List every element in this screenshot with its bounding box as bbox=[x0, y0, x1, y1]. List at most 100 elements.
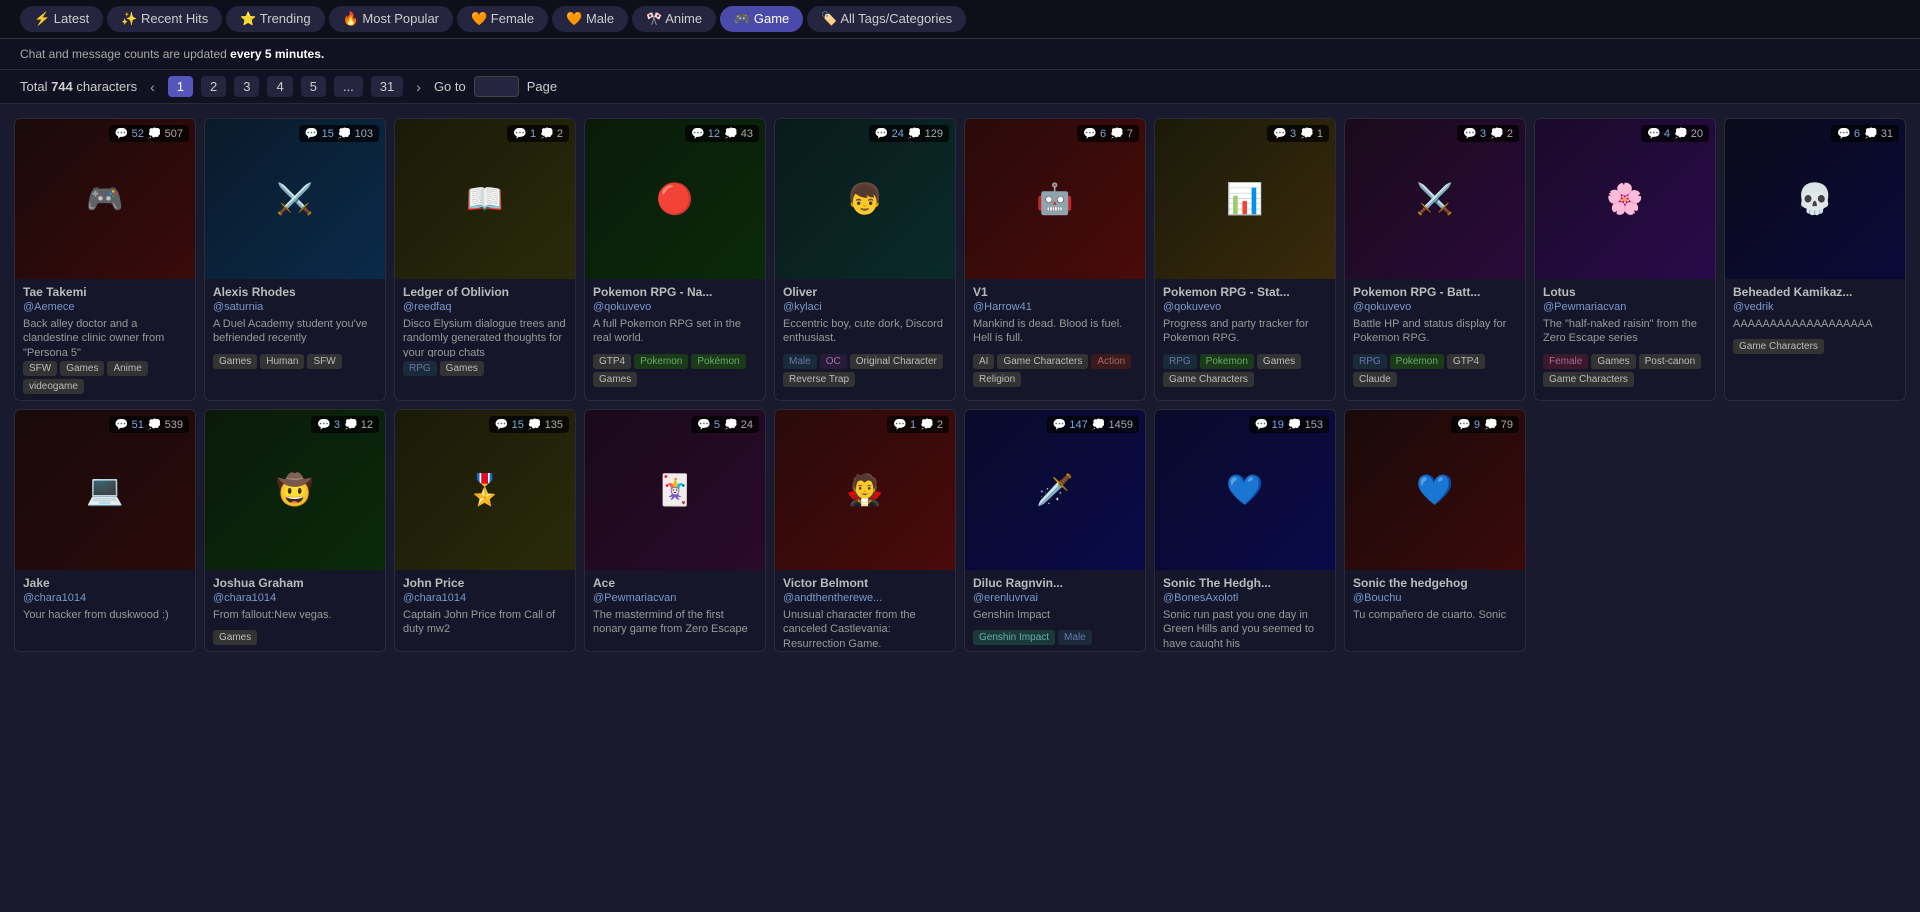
tag[interactable]: Post-canon bbox=[1639, 354, 1702, 369]
tag[interactable]: videogame bbox=[23, 379, 84, 394]
card-tags: Genshin ImpactMale bbox=[965, 626, 1145, 651]
tag[interactable]: Game Characters bbox=[1543, 372, 1634, 387]
card-image: 🎮 bbox=[15, 119, 195, 279]
page-btn-last[interactable]: 31 bbox=[371, 76, 403, 97]
card-tags: GTP4PokemonPokémon Games bbox=[585, 350, 765, 393]
character-card[interactable]: ⚔️💬 15💭 103Alexis Rhodes@saturniaA Duel … bbox=[204, 118, 386, 401]
character-card[interactable]: 🔴💬 12💭 43Pokemon RPG - Na...@qokuvevoA f… bbox=[584, 118, 766, 401]
tag[interactable]: Religion bbox=[973, 372, 1021, 387]
tag[interactable]: Game Characters bbox=[997, 354, 1088, 369]
tag[interactable]: Male bbox=[1058, 630, 1092, 645]
tag[interactable]: OC bbox=[820, 354, 847, 369]
tag[interactable]: Anime bbox=[107, 361, 147, 376]
nav-item[interactable]: ⭐ Trending bbox=[226, 6, 324, 32]
page-btn-4[interactable]: 4 bbox=[267, 76, 292, 97]
tag[interactable]: Female bbox=[1543, 354, 1588, 369]
tag[interactable]: SFW bbox=[23, 361, 57, 376]
character-card[interactable]: 🤠💬 3💭 12Joshua Graham@chara1014From fall… bbox=[204, 409, 386, 652]
card-author[interactable]: @Pewmariacvan bbox=[1535, 301, 1715, 315]
go-to-input[interactable] bbox=[474, 76, 519, 97]
prev-page-btn[interactable]: ‹ bbox=[145, 77, 160, 97]
nav-item[interactable]: 🔥 Most Popular bbox=[329, 6, 453, 32]
card-author[interactable]: @qokuvevo bbox=[585, 301, 765, 315]
tag[interactable]: GTP4 bbox=[1447, 354, 1485, 369]
tag[interactable]: Games bbox=[60, 361, 104, 376]
card-author[interactable]: @Pewmariacvan bbox=[585, 592, 765, 606]
character-card[interactable]: 💙💬 19💭 153Sonic The Hedgh...@BonesAxolot… bbox=[1154, 409, 1336, 652]
tag[interactable]: Reverse Trap bbox=[783, 372, 855, 387]
msg-count: 💭 2 bbox=[1490, 127, 1513, 140]
tag[interactable]: Male bbox=[783, 354, 817, 369]
tag[interactable]: Genshin Impact bbox=[973, 630, 1055, 645]
tag[interactable]: Original Character bbox=[850, 354, 943, 369]
cards-grid: 🎮💬 52💭 507Tae Takemi@AemeceBack alley do… bbox=[0, 104, 1920, 666]
tag[interactable]: RPG bbox=[1163, 354, 1197, 369]
card-author[interactable]: @chara1014 bbox=[205, 592, 385, 606]
character-card[interactable]: 🗡️💬 147💭 1459Diluc Ragnvin...@erenluvrva… bbox=[964, 409, 1146, 652]
card-author[interactable]: @qokuvevo bbox=[1155, 301, 1335, 315]
tag[interactable]: Pokemon bbox=[1200, 354, 1254, 369]
tag[interactable]: SFW bbox=[307, 354, 341, 369]
card-author[interactable]: @qokuvevo bbox=[1345, 301, 1525, 315]
tag[interactable]: RPG bbox=[403, 361, 437, 376]
card-author[interactable]: @Bouchu bbox=[1345, 592, 1525, 606]
nav-item[interactable]: 🏷️ All Tags/Categories bbox=[807, 6, 966, 32]
tag[interactable]: GTP4 bbox=[593, 354, 631, 369]
card-author[interactable]: @erenluvrvai bbox=[965, 592, 1145, 606]
character-card[interactable]: 💀💬 6💭 31Beheaded Kamikaz...@vedrikAAAAAA… bbox=[1724, 118, 1906, 401]
character-card[interactable]: 🧛💬 1💭 2Victor Belmont@andthentherewe...U… bbox=[774, 409, 956, 652]
page-btn-2[interactable]: 2 bbox=[201, 76, 226, 97]
tag[interactable]: Games bbox=[440, 361, 484, 376]
tag[interactable]: AI bbox=[973, 354, 994, 369]
tag[interactable]: RPG bbox=[1353, 354, 1387, 369]
card-author[interactable]: @vedrik bbox=[1725, 301, 1905, 315]
page-btn-3[interactable]: 3 bbox=[234, 76, 259, 97]
tag[interactable]: Game Characters bbox=[1163, 372, 1254, 387]
character-card[interactable]: 💻💬 51💭 539Jake@chara1014Your hacker from… bbox=[14, 409, 196, 652]
tag[interactable]: Games bbox=[213, 630, 257, 645]
card-author[interactable]: @kylaci bbox=[775, 301, 955, 315]
page-btn-1[interactable]: 1 bbox=[168, 76, 193, 97]
msg-count: 💭 103 bbox=[338, 127, 373, 140]
nav-item[interactable]: 🎌 Anime bbox=[632, 6, 716, 32]
tag[interactable]: Games bbox=[593, 372, 637, 387]
tag[interactable]: Games bbox=[213, 354, 257, 369]
tag[interactable]: Games bbox=[1257, 354, 1301, 369]
card-author[interactable]: @Aemece bbox=[15, 301, 195, 315]
tag[interactable]: Pokemon bbox=[634, 354, 688, 369]
character-card[interactable]: 👦💬 24💭 129Oliver@kylaciEccentric boy, cu… bbox=[774, 118, 956, 401]
character-card[interactable]: 🃏💬 5💭 24Ace@PewmariacvanThe mastermind o… bbox=[584, 409, 766, 652]
nav-item[interactable]: ⚡ Latest bbox=[20, 6, 103, 32]
card-author[interactable]: @andthentherewe... bbox=[775, 592, 955, 606]
nav-item[interactable]: ✨ Recent Hits bbox=[107, 6, 222, 32]
card-author[interactable]: @chara1014 bbox=[15, 592, 195, 606]
tag[interactable]: Human bbox=[260, 354, 304, 369]
next-page-btn[interactable]: › bbox=[411, 77, 426, 97]
character-card[interactable]: ⚔️💬 3💭 2Pokemon RPG - Batt...@qokuvevoBa… bbox=[1344, 118, 1526, 401]
page-btn-5[interactable]: 5 bbox=[301, 76, 326, 97]
nav-item[interactable]: 🧡 Male bbox=[552, 6, 628, 32]
character-card[interactable]: 🎮💬 52💭 507Tae Takemi@AemeceBack alley do… bbox=[14, 118, 196, 401]
character-card[interactable]: 🌸💬 4💭 20Lotus@PewmariacvanThe "half-nake… bbox=[1534, 118, 1716, 401]
character-card[interactable]: 📊💬 3💭 1Pokemon RPG - Stat...@qokuvevoPro… bbox=[1154, 118, 1336, 401]
character-card[interactable]: 🤖💬 6💭 7V1@Harrow41Mankind is dead. Blood… bbox=[964, 118, 1146, 401]
character-card[interactable]: 🎖️💬 15💭 135John Price@chara1014Captain J… bbox=[394, 409, 576, 652]
nav-item[interactable]: 🎮 Game bbox=[720, 6, 803, 32]
card-author[interactable]: @BonesAxolotl bbox=[1155, 592, 1335, 606]
tag[interactable]: Pokémon bbox=[691, 354, 745, 369]
nav-item[interactable]: 🧡 Female bbox=[457, 6, 548, 32]
card-badge: 💬 15💭 103 bbox=[299, 125, 379, 142]
tag[interactable]: Claude bbox=[1353, 372, 1397, 387]
tag[interactable]: Game Characters bbox=[1733, 339, 1824, 354]
card-author[interactable]: @chara1014 bbox=[395, 592, 575, 606]
tag[interactable]: Action bbox=[1091, 354, 1131, 369]
msg-count: 💭 153 bbox=[1288, 418, 1323, 431]
character-card[interactable]: 💙💬 9💭 79Sonic the hedgehog@BouchuTu comp… bbox=[1344, 409, 1526, 652]
character-card[interactable]: 📖💬 1💭 2Ledger of Oblivion@reedfaqDisco E… bbox=[394, 118, 576, 401]
card-author[interactable]: @Harrow41 bbox=[965, 301, 1145, 315]
card-author[interactable]: @reedfaq bbox=[395, 301, 575, 315]
card-author[interactable]: @saturnia bbox=[205, 301, 385, 315]
card-description: Battle HP and status display for Pokemon… bbox=[1345, 315, 1525, 350]
tag[interactable]: Games bbox=[1591, 354, 1635, 369]
tag[interactable]: Pokemon bbox=[1390, 354, 1444, 369]
